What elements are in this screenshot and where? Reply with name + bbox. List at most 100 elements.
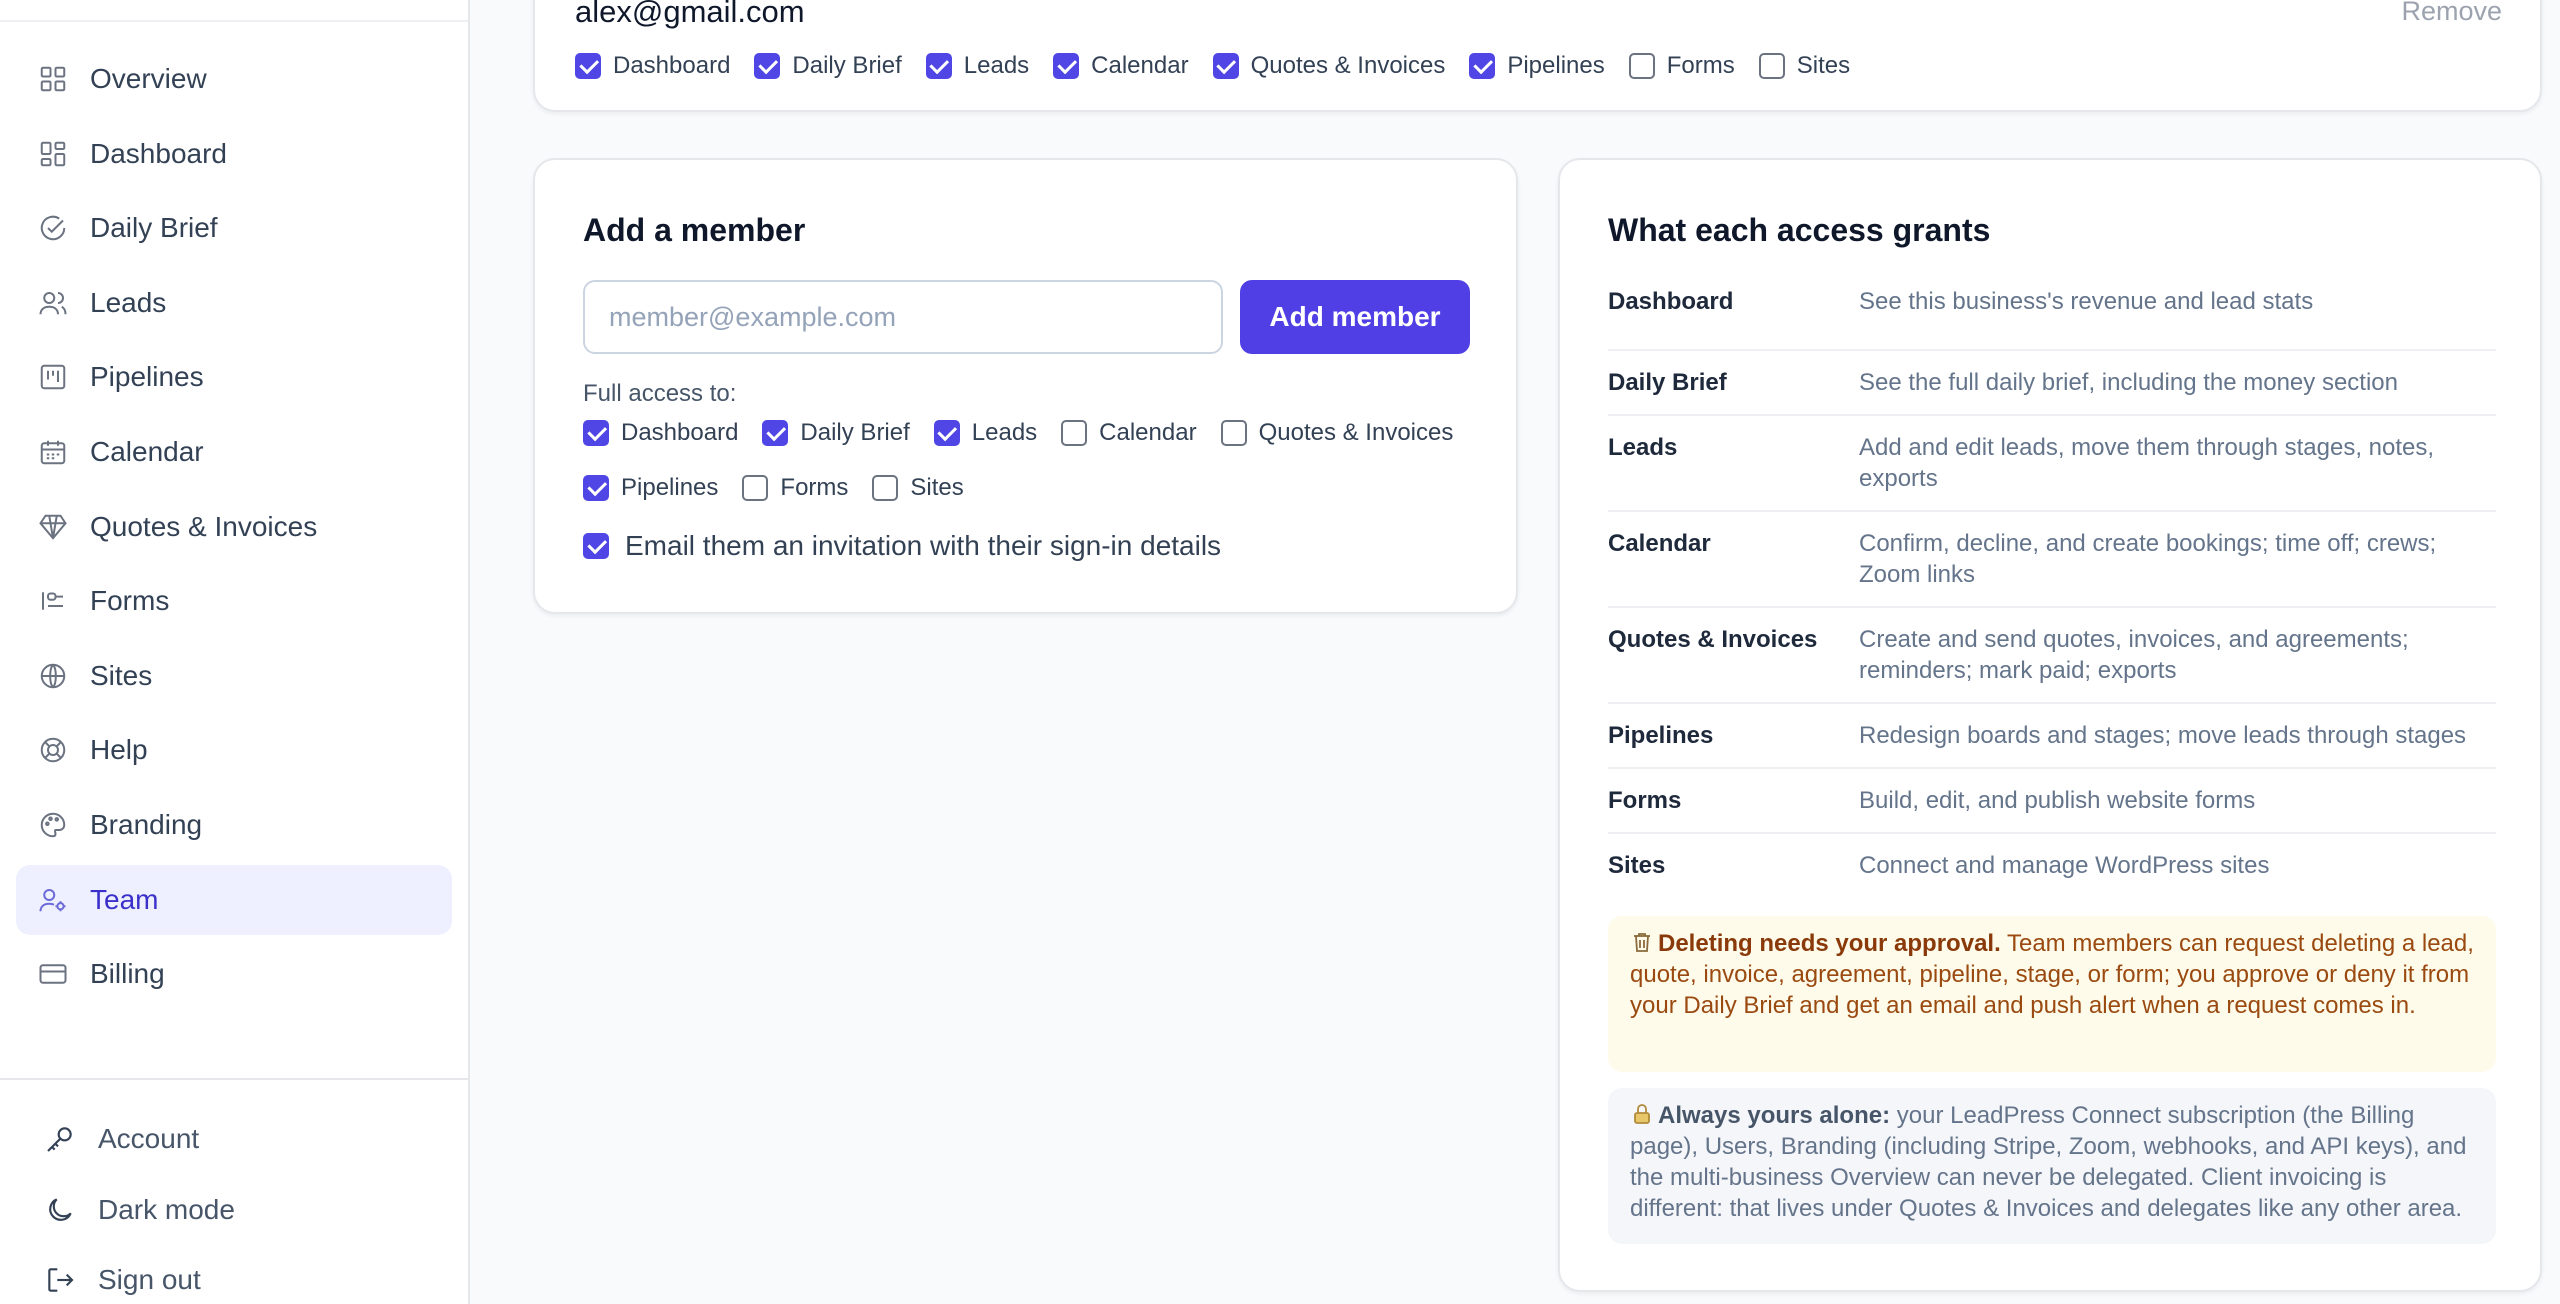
table-row: Quotes & Invoices Create and send quotes… (1608, 608, 2496, 704)
user-gear-icon (38, 885, 68, 915)
sidebar-item-label: Daily Brief (90, 212, 218, 244)
dashboard-icon (38, 139, 68, 169)
sidebar-item-label: Calendar (90, 435, 204, 467)
sidebar-item-team[interactable]: Team (16, 864, 452, 935)
sign-out-label: Sign out (98, 1264, 201, 1296)
sidebar-item-help[interactable]: Help (16, 715, 452, 785)
member-email-input[interactable] (583, 280, 1223, 354)
sidebar-item-label: Quotes & Invoices (90, 510, 318, 542)
calendar-icon (38, 437, 68, 467)
new-permission-calendar[interactable]: Calendar (1061, 419, 1197, 447)
dark-mode-toggle[interactable]: Dark mode (24, 1175, 444, 1246)
sidebar-item-forms[interactable]: Forms (16, 566, 452, 636)
permission-pipelines[interactable]: Pipelines (1469, 52, 1605, 80)
grant-name: Dashboard (1608, 288, 1734, 315)
sidebar-nav: Overview Dashboard Daily Brief Leads Pip… (16, 44, 452, 1014)
users-icon (38, 288, 68, 318)
sidebar-item-billing[interactable]: Billing (16, 939, 452, 1009)
checkbox[interactable] (1628, 53, 1655, 79)
moon-icon (44, 1194, 76, 1226)
remove-member-button[interactable]: Remove (2401, 0, 2502, 27)
permission-sites[interactable]: Sites (1758, 52, 1850, 80)
add-member-button[interactable]: Add member (1240, 280, 1470, 354)
table-row: Daily Brief See the full daily brief, in… (1608, 351, 2496, 416)
checkbox[interactable] (1053, 53, 1080, 79)
checkbox[interactable] (583, 475, 609, 501)
new-permission-pipelines[interactable]: Pipelines (583, 474, 718, 502)
invite-checkbox[interactable] (583, 533, 609, 559)
palette-icon (38, 810, 68, 840)
permission-quotes-invoices[interactable]: Quotes & Invoices (1212, 52, 1445, 80)
checkbox[interactable] (1758, 53, 1785, 79)
member-permissions: Dashboard Daily Brief Leads Calendar Quo… (575, 52, 1874, 80)
sidebar-item-overview[interactable]: Overview (16, 44, 452, 114)
checkbox[interactable] (872, 475, 899, 501)
sidebar-item-branding[interactable]: Branding (16, 790, 452, 860)
invite-email-option[interactable]: Email them an invitation with their sign… (583, 530, 1221, 562)
new-permission-leads[interactable]: Leads (933, 419, 1037, 447)
new-permission-daily-brief[interactable]: Daily Brief (762, 419, 910, 447)
sidebar-item-label: Branding (90, 808, 203, 840)
table-row: Calendar Confirm, decline, and create bo… (1608, 512, 2496, 608)
new-permission-quotes-invoices[interactable]: Quotes & Invoices (1220, 419, 1453, 447)
checkbox[interactable] (1469, 53, 1496, 79)
grant-desc: Build, edit, and publish website forms (1859, 787, 2256, 814)
sidebar-item-leads[interactable]: Leads (16, 268, 452, 338)
checkbox[interactable] (925, 53, 952, 79)
sidebar-item-sites[interactable]: Sites (16, 641, 452, 711)
grant-desc: See this business's revenue and lead sta… (1859, 288, 2314, 315)
grant-name: Sites (1608, 852, 1666, 879)
key-icon (44, 1123, 76, 1155)
checkbox[interactable] (1220, 420, 1247, 446)
kanban-icon (38, 362, 68, 392)
sidebar-item-daily-brief[interactable]: Daily Brief (16, 193, 452, 263)
form-icon (38, 586, 68, 616)
delete-approval-note: Deleting needs your approval. Team membe… (1608, 916, 2496, 1072)
credit-card-icon (38, 959, 68, 989)
new-permission-dashboard[interactable]: Dashboard (583, 419, 738, 447)
sidebar-item-dashboard[interactable]: Dashboard (16, 119, 452, 189)
member-email: alex@gmail.com (575, 0, 805, 29)
table-row: Sites Connect and manage WordPress sites (1608, 834, 2496, 884)
grid-icon (38, 64, 68, 94)
new-permission-forms[interactable]: Forms (742, 474, 848, 502)
grants-table: Dashboard See this business's revenue an… (1608, 286, 2496, 884)
checkbox[interactable] (762, 420, 789, 446)
sidebar-item-pipelines[interactable]: Pipelines (16, 342, 452, 412)
checkbox[interactable] (575, 53, 601, 79)
grant-desc: Add and edit leads, move them through st… (1859, 434, 2435, 492)
account-link[interactable]: Account (24, 1104, 444, 1175)
sign-out-button[interactable]: Sign out (24, 1245, 444, 1304)
sign-out-icon (44, 1264, 76, 1296)
grant-name: Quotes & Invoices (1608, 626, 1818, 653)
sidebar-item-label: Overview (90, 63, 207, 94)
new-member-permissions-row2: Pipelines Forms Sites (583, 474, 988, 502)
dark-mode-label: Dark mode (98, 1193, 235, 1225)
checkbox[interactable] (754, 53, 781, 79)
permission-dashboard[interactable]: Dashboard (575, 52, 730, 80)
permission-daily-brief[interactable]: Daily Brief (754, 52, 902, 80)
permission-calendar[interactable]: Calendar (1053, 52, 1189, 80)
sidebar-item-label: Help (90, 734, 148, 766)
permission-leads[interactable]: Leads (925, 52, 1029, 80)
sidebar-item-label: Leads (90, 286, 167, 318)
warn-bold: Deleting needs your approval. (1658, 930, 2001, 957)
permission-forms[interactable]: Forms (1628, 52, 1735, 80)
add-member-card: Add a member Add member Full access to: … (533, 158, 1518, 614)
sidebar-item-label: Sites (90, 659, 153, 691)
checkbox[interactable] (1212, 53, 1239, 79)
sidebar-item-quotes-invoices[interactable]: Quotes & Invoices (16, 492, 452, 562)
sidebar-divider-bottom (0, 1078, 468, 1080)
sidebar-item-label: Dashboard (90, 137, 227, 169)
checkbox[interactable] (933, 420, 960, 446)
table-row: Leads Add and edit leads, move them thro… (1608, 416, 2496, 512)
account-label: Account (98, 1123, 200, 1155)
new-permission-sites[interactable]: Sites (872, 474, 964, 502)
grant-name: Forms (1608, 787, 1682, 814)
checkbox[interactable] (742, 475, 769, 501)
checkbox[interactable] (1061, 420, 1088, 446)
checkbox[interactable] (583, 420, 609, 446)
sidebar-item-calendar[interactable]: Calendar (16, 417, 452, 487)
sidebar-bottom-nav: Account Dark mode Sign out (24, 1104, 444, 1304)
trash-icon (1630, 930, 1654, 954)
